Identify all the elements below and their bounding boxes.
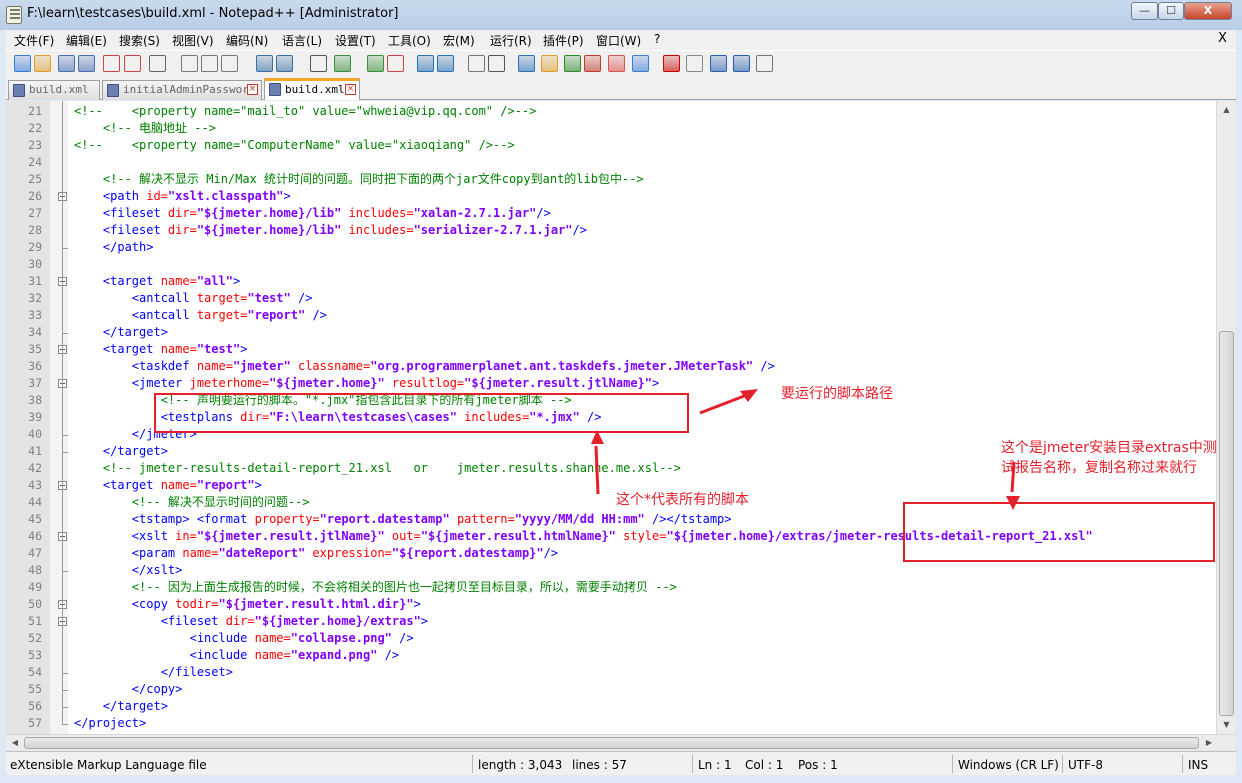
annotation-report-name-line1: 这个是jmeter安装目录extras中测 [1001,440,1217,456]
arrow-head-xsl [1006,496,1020,510]
annotation-script-path: 要运行的脚本路径 [781,386,893,402]
annotation-all-scripts: 这个*代表所有的脚本 [616,492,749,508]
arrow-head-asterisk [591,430,604,444]
annotation-report-name-line2: 试报告名称，复制名称过来就行 [1001,460,1197,476]
arrow-to-asterisk [594,445,600,495]
annotation-arrows [591,389,1020,510]
notepad-window: F:\learn\testcases\build.xml - Notepad++… [0,0,1242,783]
